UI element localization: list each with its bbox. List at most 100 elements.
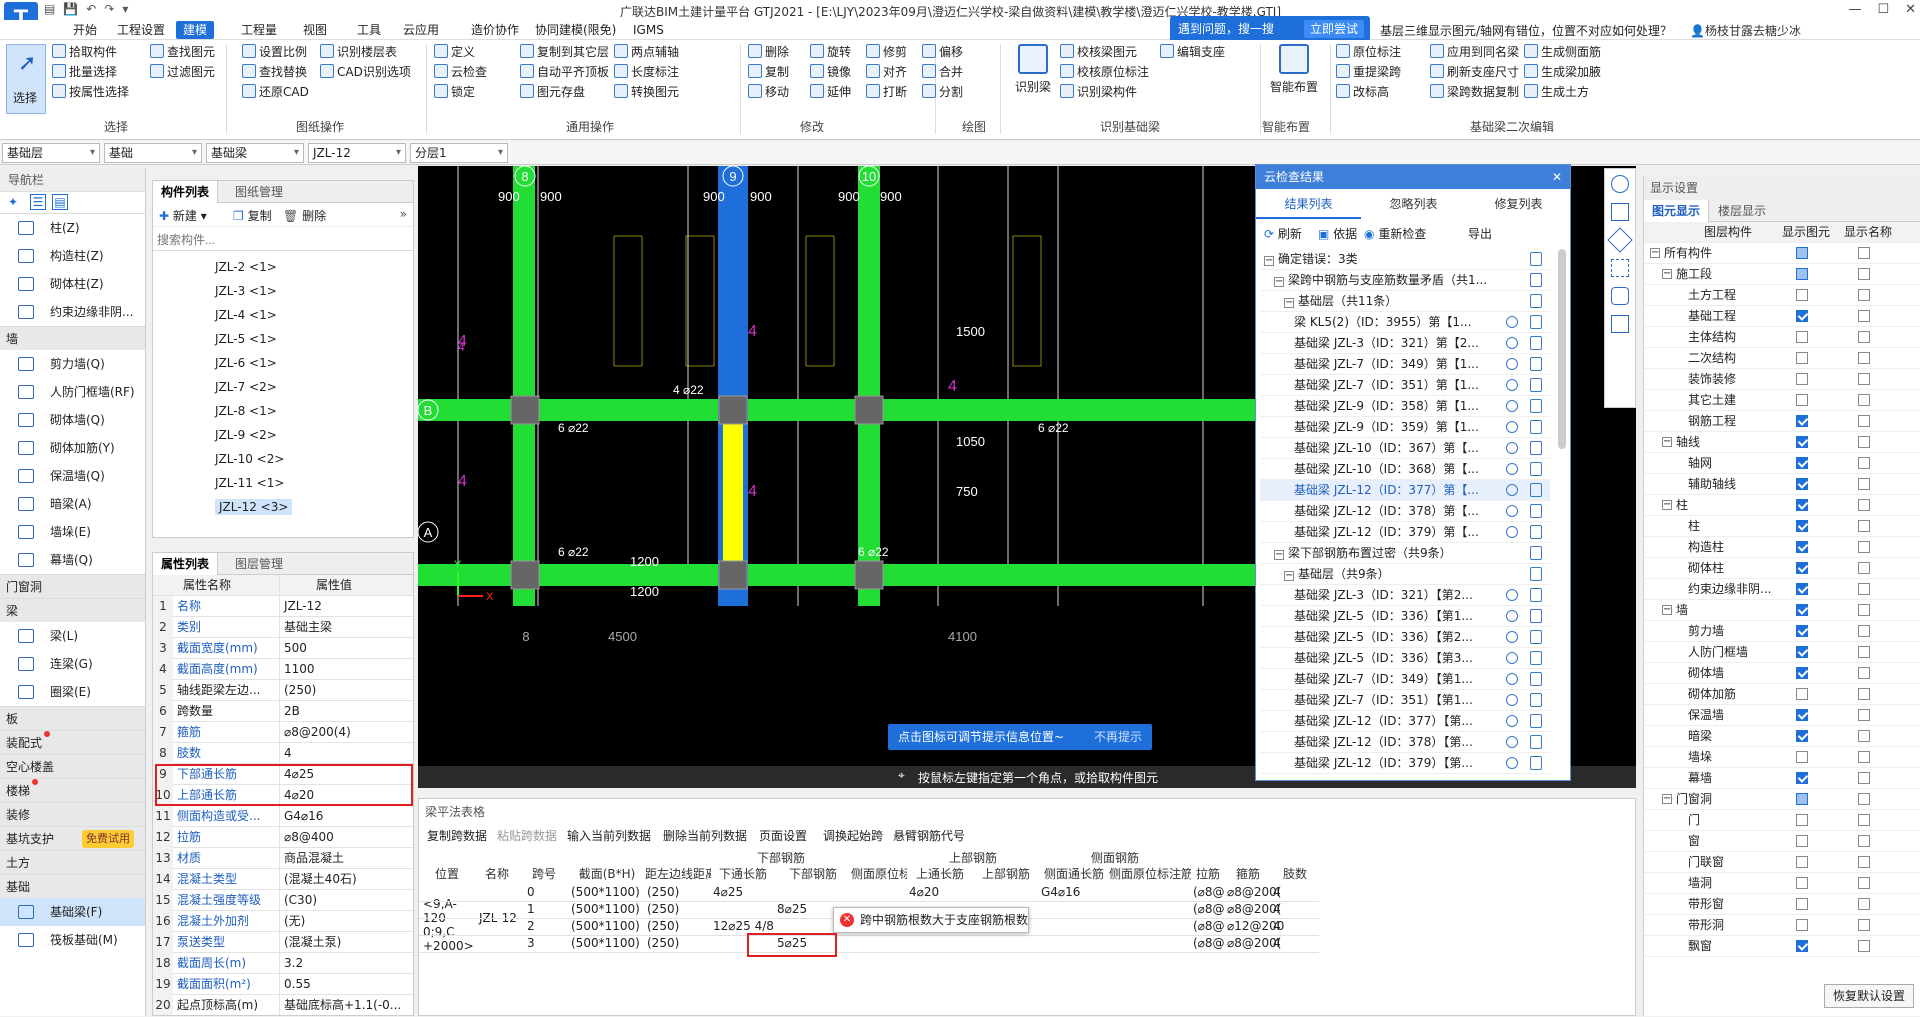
collapse-icon[interactable]: −: [1274, 277, 1284, 287]
document-icon[interactable]: [1530, 588, 1542, 602]
document-icon[interactable]: [1530, 441, 1542, 455]
property-row[interactable]: 1 名称 JZL-12: [153, 596, 413, 617]
open-icon[interactable]: ▤: [44, 2, 55, 16]
common-op-6-button[interactable]: 锁定: [434, 82, 475, 102]
cloud-result-row[interactable]: 基础梁 JZL-3（ID：321）【第2...: [1260, 585, 1550, 606]
show-element-checkbox[interactable]: [1796, 541, 1808, 553]
filter-item-0-button[interactable]: 查找图元: [150, 42, 215, 62]
locate-icon[interactable]: [1506, 442, 1518, 454]
component-item[interactable]: JZL-3 <1>: [153, 279, 413, 303]
cloud-result-row[interactable]: 基础梁 JZL-12（ID：379）第【...: [1260, 522, 1550, 543]
show-name-checkbox[interactable]: [1858, 583, 1870, 595]
table-cell-dist[interactable]: (250): [647, 936, 679, 950]
cloud-result-row[interactable]: 基础梁 JZL-10（ID：368）第【...: [1260, 459, 1550, 480]
table-cell-tie[interactable]: (⌀8@: [1193, 885, 1225, 899]
show-name-checkbox[interactable]: [1858, 667, 1870, 679]
show-element-checkbox[interactable]: [1796, 898, 1808, 910]
display-row[interactable]: − 门窗洞: [1644, 789, 1920, 810]
show-name-checkbox[interactable]: [1858, 436, 1870, 448]
show-element-checkbox[interactable]: [1796, 352, 1808, 364]
show-name-checkbox[interactable]: [1858, 856, 1870, 868]
document-icon[interactable]: [1530, 630, 1542, 644]
nav-item[interactable]: 暗梁(A): [0, 490, 145, 518]
document-icon[interactable]: [1530, 714, 1542, 728]
document-icon[interactable]: [1530, 693, 1542, 707]
locate-icon[interactable]: [1506, 400, 1518, 412]
cloud-scrollbar[interactable]: [1558, 249, 1566, 449]
nav-item[interactable]: 约束边缘非阴...: [0, 298, 145, 326]
nav-category[interactable]: 空心楼盖: [0, 754, 145, 778]
display-row[interactable]: 柱: [1644, 516, 1920, 537]
zoom-extent-icon[interactable]: [1611, 259, 1629, 277]
redo-icon[interactable]: ↷: [104, 2, 114, 16]
show-name-checkbox[interactable]: [1858, 352, 1870, 364]
secondary-1-button[interactable]: 应用到同名梁: [1430, 42, 1519, 62]
show-name-checkbox[interactable]: [1858, 730, 1870, 742]
locate-icon[interactable]: [1506, 652, 1518, 664]
common-op-3-button[interactable]: 云检查: [434, 62, 487, 82]
nav-item[interactable]: 砌体加筋(Y): [0, 434, 145, 462]
show-name-checkbox[interactable]: [1858, 541, 1870, 553]
collapse-icon[interactable]: −: [1274, 550, 1284, 560]
show-element-checkbox[interactable]: [1796, 457, 1808, 469]
show-element-checkbox[interactable]: [1796, 772, 1808, 784]
property-row[interactable]: 17 泵送类型 (混凝土泵): [153, 932, 413, 953]
show-name-checkbox[interactable]: [1858, 604, 1870, 616]
table-cell-legs[interactable]: 4: [1273, 936, 1281, 950]
cloud-result-row[interactable]: 基础梁 JZL-12（ID：377）第【...: [1260, 480, 1550, 501]
nav-item[interactable]: 人防门框墙(RF): [0, 378, 145, 406]
show-element-checkbox[interactable]: [1796, 919, 1808, 931]
property-row[interactable]: 13 材质 商品混凝土: [153, 848, 413, 869]
show-element-checkbox[interactable]: [1796, 604, 1808, 616]
show-element-checkbox[interactable]: [1796, 247, 1808, 259]
nav-item[interactable]: 墙垛(E): [0, 518, 145, 546]
select-item-1-button[interactable]: 批量选择: [52, 62, 117, 82]
table-cell-dist[interactable]: (250): [647, 885, 679, 899]
collapse-icon[interactable]: −: [1284, 298, 1294, 308]
show-name-checkbox[interactable]: [1858, 478, 1870, 490]
show-name-checkbox[interactable]: [1858, 289, 1870, 301]
modify-5-button[interactable]: 镜像: [810, 62, 851, 82]
show-element-checkbox[interactable]: [1796, 499, 1808, 511]
display-row[interactable]: 窗: [1644, 831, 1920, 852]
locate-icon[interactable]: [1506, 631, 1518, 643]
nav-category[interactable]: 基坑支护 免费试用: [0, 826, 145, 850]
cloud-result-row[interactable]: 基础梁 JZL-12（ID：377）【第...: [1260, 711, 1550, 732]
nav-category[interactable]: 门窗洞: [0, 574, 145, 598]
component-item[interactable]: JZL-9 <2>: [153, 423, 413, 447]
table-cell-sec[interactable]: (500*1100): [571, 936, 640, 950]
menu-1[interactable]: 工程设置: [110, 21, 172, 39]
common-op-2-button[interactable]: 两点辅轴: [614, 42, 679, 62]
table-cell-tie[interactable]: (⌀8@: [1193, 919, 1225, 933]
nav-item[interactable]: 梁(L): [0, 622, 145, 650]
drawing-op-0-button[interactable]: 设置比例: [242, 42, 307, 62]
display-row[interactable]: 门: [1644, 810, 1920, 831]
smart-layout-button[interactable]: 智能布置: [1262, 44, 1326, 95]
display-row[interactable]: 基础工程: [1644, 306, 1920, 327]
table-cell-sec[interactable]: (500*1100): [571, 902, 640, 916]
document-icon[interactable]: [1530, 315, 1542, 329]
show-name-checkbox[interactable]: [1858, 814, 1870, 826]
table-cell-sec[interactable]: (500*1100): [571, 885, 640, 899]
show-element-checkbox[interactable]: [1796, 331, 1808, 343]
modify-7-button[interactable]: 合并: [922, 62, 963, 82]
show-name-checkbox[interactable]: [1858, 646, 1870, 658]
locate-icon[interactable]: [1506, 757, 1518, 769]
component-item[interactable]: JZL-2 <1>: [153, 255, 413, 279]
locate-icon[interactable]: [1506, 526, 1518, 538]
property-row[interactable]: 6 跨数量 2B: [153, 701, 413, 722]
show-element-checkbox[interactable]: [1796, 646, 1808, 658]
property-row[interactable]: 16 混凝土外加剂 (无): [153, 911, 413, 932]
nav-category[interactable]: 土方: [0, 850, 145, 874]
show-name-checkbox[interactable]: [1858, 835, 1870, 847]
nav-category[interactable]: 梁: [0, 598, 145, 622]
recognize-0-button[interactable]: 校核梁图元: [1060, 42, 1137, 62]
locate-icon[interactable]: [1506, 337, 1518, 349]
collapse-icon[interactable]: −: [1662, 269, 1672, 279]
table-cell-sec[interactable]: (500*1100): [571, 919, 640, 933]
property-row[interactable]: 12 拉筋 ⌀8@400: [153, 827, 413, 848]
nav-category[interactable]: 板: [0, 706, 145, 730]
locate-icon[interactable]: [1506, 589, 1518, 601]
table-tool-1-button[interactable]: 粘贴跨数据: [497, 827, 557, 844]
document-icon[interactable]: [1530, 546, 1542, 560]
